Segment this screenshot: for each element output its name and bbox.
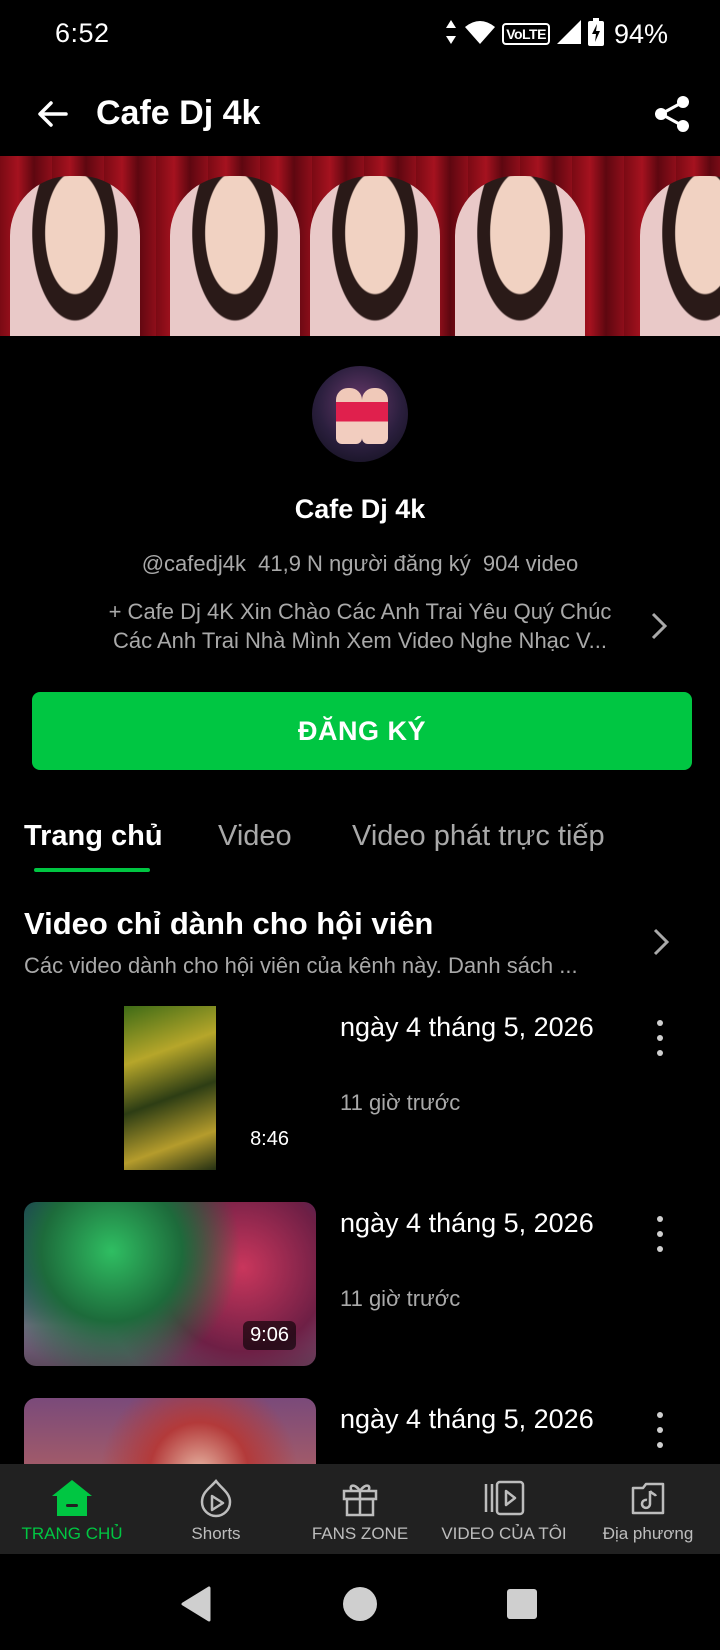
channel-meta: @cafedj4k 41,9 N người đăng ký 904 video [0, 551, 720, 577]
app-bar: Cafe Dj 4k [0, 72, 720, 156]
nav-label: TRANG CHỦ [21, 1524, 123, 1543]
avatar-figure [336, 388, 362, 444]
nav-label: FANS ZONE [311, 1524, 409, 1543]
nav-label: Shorts [191, 1524, 241, 1543]
video-item[interactable]: 9:06 ngày 4 tháng 5, 2026 11 giờ trước [0, 1202, 720, 1372]
nav-fans-zone[interactable]: FANS ZONE [288, 1464, 432, 1554]
back-arrow-icon [38, 101, 68, 127]
status-bar: 6:52 VoLTE 94% [0, 0, 720, 72]
avatar-figure [362, 388, 388, 444]
volte-icon: VoLTE [502, 23, 550, 45]
channel-tabs: Trang chủ Video Video phát trực tiếp [0, 810, 720, 876]
banner-figure [10, 176, 140, 336]
video-time-ago: 11 giờ trước [340, 1090, 461, 1115]
nav-my-videos[interactable]: VIDEO CỦA TÔI [432, 1464, 576, 1554]
banner-figure [170, 176, 300, 336]
home-icon [50, 1476, 94, 1520]
system-navigation-bar [0, 1554, 720, 1650]
data-arrows-icon [444, 18, 458, 51]
dot [657, 1020, 663, 1026]
video-thumbnail[interactable]: 8:46 [24, 1006, 316, 1170]
video-item[interactable]: 8:46 ngày 4 tháng 5, 2026 11 giờ trước [0, 1006, 720, 1176]
channel-banner [0, 156, 720, 336]
dot [657, 1442, 663, 1448]
dot [657, 1231, 663, 1237]
triangle-back-icon [181, 1586, 211, 1622]
video-thumbnail[interactable] [24, 1398, 316, 1464]
dot [657, 1427, 663, 1433]
tab-home[interactable]: Trang chủ [24, 820, 163, 853]
video-count: 904 video [482, 551, 579, 576]
video-duration: 9:06 [243, 1321, 296, 1350]
dot [657, 1216, 663, 1222]
section-more-button[interactable] [646, 924, 676, 960]
share-icon [655, 96, 689, 132]
channel-name: Cafe Dj 4k [294, 494, 426, 524]
dot [657, 1050, 663, 1056]
more-options-button[interactable] [648, 1016, 672, 1060]
subscriber-count: 41,9 N người đăng ký [258, 551, 471, 576]
video-item[interactable]: ngày 4 tháng 5, 2026 [0, 1398, 720, 1464]
gift-icon [338, 1476, 382, 1520]
banner-figure [455, 176, 585, 336]
system-back-button[interactable] [176, 1584, 216, 1624]
status-icons: VoLTE 94% [444, 17, 668, 51]
banner-figure [640, 176, 720, 336]
system-home-button[interactable] [340, 1584, 380, 1624]
tab-indicator [34, 868, 150, 872]
dot [657, 1412, 663, 1418]
shorts-icon [194, 1476, 238, 1520]
bottom-navigation: TRANG CHỦ Shorts FANS ZONE VIDEO CỦA TÔI… [0, 1464, 720, 1554]
video-time-ago: 11 giờ trước [340, 1286, 461, 1311]
nav-local[interactable]: Địa phương [576, 1464, 720, 1554]
chevron-right-icon [653, 928, 670, 956]
status-time: 6:52 [55, 18, 110, 48]
more-options-button[interactable] [648, 1408, 672, 1452]
dot [657, 1246, 663, 1252]
signal-icon [556, 19, 582, 50]
video-duration: 8:46 [243, 1125, 296, 1154]
video-thumbnail[interactable]: 9:06 [24, 1202, 316, 1366]
nav-label: VIDEO CỦA TÔI [441, 1524, 567, 1543]
section-title[interactable]: Video chỉ dành cho hội viên [24, 906, 433, 942]
channel-handle: @cafedj4k [141, 551, 246, 576]
video-title[interactable]: ngày 4 tháng 5, 2026 [340, 1012, 594, 1043]
local-music-icon [626, 1476, 670, 1520]
circle-home-icon [343, 1587, 377, 1621]
volte-label: VoLTE [506, 26, 546, 42]
dot [657, 1035, 663, 1041]
nav-home[interactable]: TRANG CHỦ [0, 1464, 144, 1554]
battery-charging-icon [587, 17, 604, 51]
page-title: Cafe Dj 4k [96, 94, 261, 132]
back-button[interactable] [24, 86, 80, 142]
nav-shorts[interactable]: Shorts [144, 1464, 288, 1554]
description-expand-button[interactable] [644, 608, 674, 644]
description-line: + Cafe Dj 4K Xin Chào Các Anh Trai Yêu Q… [108, 599, 612, 624]
chevron-right-icon [651, 612, 668, 640]
tab-video[interactable]: Video [218, 820, 292, 853]
wifi-icon [464, 19, 496, 50]
thumbnail-image [124, 1006, 216, 1170]
banner-figure [310, 176, 440, 336]
my-videos-icon [482, 1476, 526, 1520]
channel-avatar [312, 366, 408, 462]
nav-label: Địa phương [602, 1524, 694, 1543]
section-subtitle: Các video dành cho hội viên của kênh này… [24, 953, 578, 978]
share-button[interactable] [644, 86, 700, 142]
battery-percent: 94% [613, 18, 668, 49]
square-recents-icon [507, 1589, 537, 1619]
video-title[interactable]: ngày 4 tháng 5, 2026 [340, 1208, 594, 1239]
system-recents-button[interactable] [502, 1584, 542, 1624]
video-title[interactable]: ngày 4 tháng 5, 2026 [340, 1404, 594, 1435]
tab-live[interactable]: Video phát trực tiếp [352, 820, 605, 853]
description-line: Các Anh Trai Nhà Mình Xem Video Nghe Nhạ… [112, 628, 608, 653]
subscribe-button[interactable]: ĐĂNG KÝ [32, 692, 692, 770]
channel-description[interactable]: + Cafe Dj 4K Xin Chào Các Anh Trai Yêu Q… [80, 597, 640, 655]
more-options-button[interactable] [648, 1212, 672, 1256]
